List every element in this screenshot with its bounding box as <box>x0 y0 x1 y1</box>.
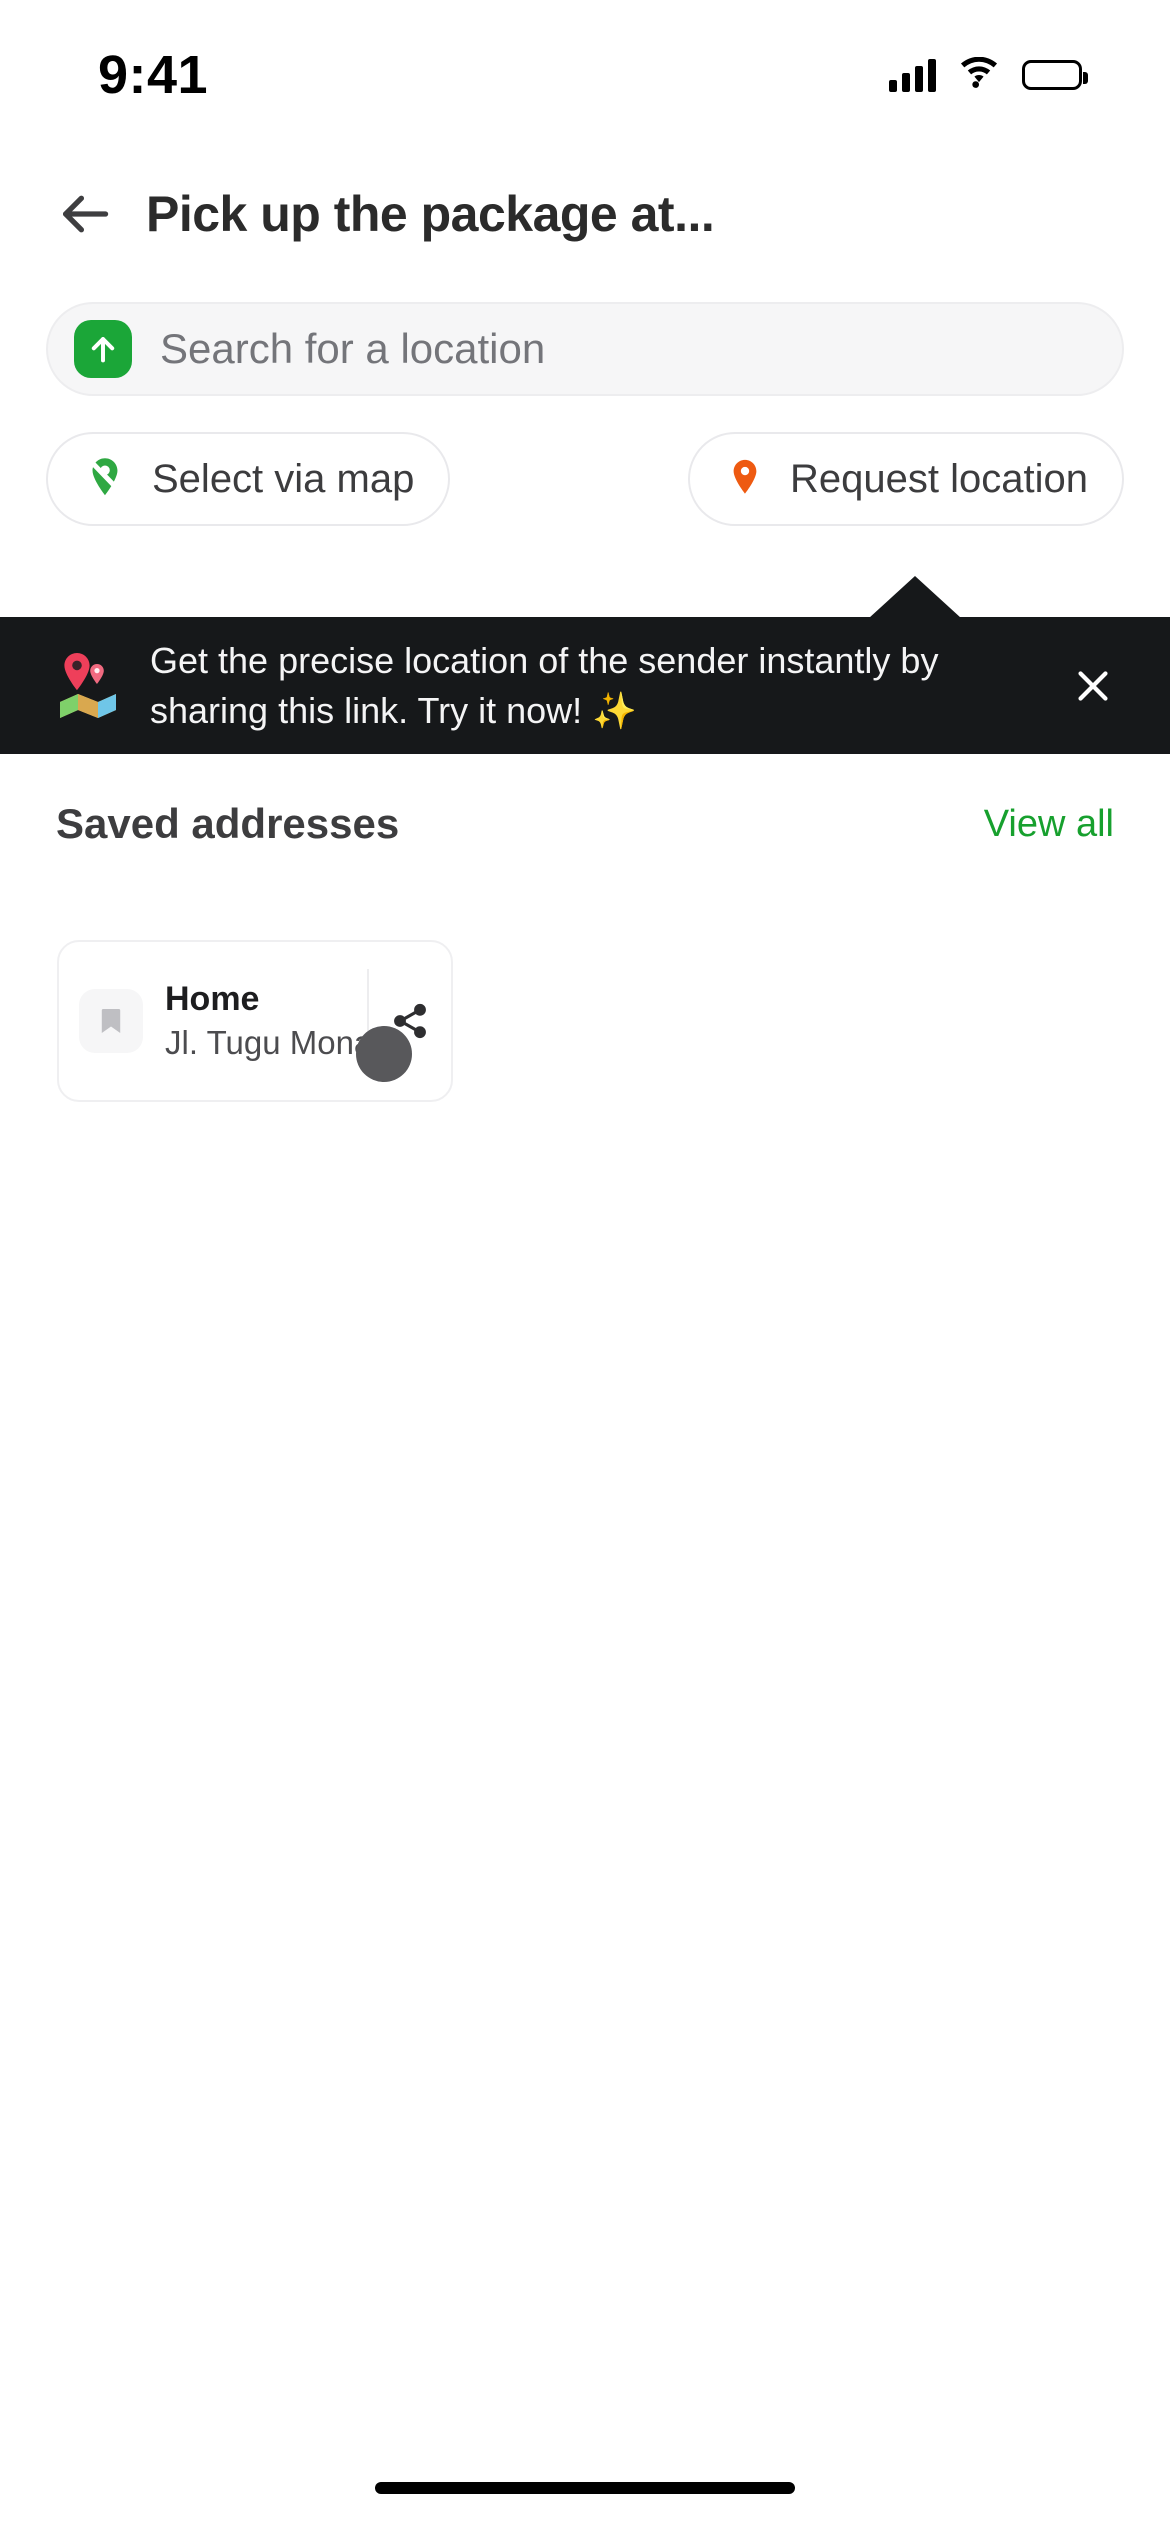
select-via-map-button[interactable]: Select via map <box>46 432 451 526</box>
saved-addresses-title: Saved addresses <box>56 800 400 847</box>
map-with-pin-emoji <box>52 648 124 724</box>
cellular-signal-icon <box>889 58 936 92</box>
close-icon[interactable] <box>1062 655 1124 717</box>
tooltip-banner: Get the precise location of the sender i… <box>0 576 1170 754</box>
request-location-label: Request location <box>790 456 1088 501</box>
back-arrow-icon[interactable] <box>56 185 114 243</box>
status-bar: 9:41 <box>0 0 1170 150</box>
saved-address-text: Home Jl. Tugu Monas No.1,... <box>143 977 367 1066</box>
map-pin-slash-icon <box>82 454 128 505</box>
select-via-map-label: Select via map <box>152 456 415 501</box>
saved-address-name: Home <box>165 979 260 1018</box>
search-input[interactable]: Search for a location <box>46 302 1124 396</box>
view-all-link[interactable]: View all <box>984 803 1114 846</box>
request-location-button[interactable]: Request location <box>688 432 1124 526</box>
location-pin-icon <box>724 456 766 503</box>
touch-point-indicator <box>356 1026 412 1082</box>
tooltip-caret <box>869 576 961 618</box>
tooltip-text: Get the precise location of the sender i… <box>150 639 939 731</box>
saved-addresses-header: Saved addresses View all <box>56 793 1114 855</box>
pickup-arrow-icon <box>74 320 132 378</box>
phone-screen: 9:41 Pick up the package at... Search fo… <box>0 0 1170 2532</box>
saved-address-line: Jl. Tugu Monas No.1,... <box>165 1023 367 1061</box>
bookmark-icon <box>79 989 143 1053</box>
wifi-icon <box>958 56 1000 94</box>
location-options-row: Select via map Request location <box>46 432 1124 526</box>
battery-full-icon <box>1022 60 1088 90</box>
page-title: Pick up the package at... <box>146 186 715 242</box>
status-time: 9:41 <box>98 45 209 105</box>
search-placeholder: Search for a location <box>160 325 546 372</box>
page-header: Pick up the package at... <box>0 168 1170 260</box>
home-indicator <box>375 2482 795 2494</box>
status-icons <box>889 56 1088 94</box>
